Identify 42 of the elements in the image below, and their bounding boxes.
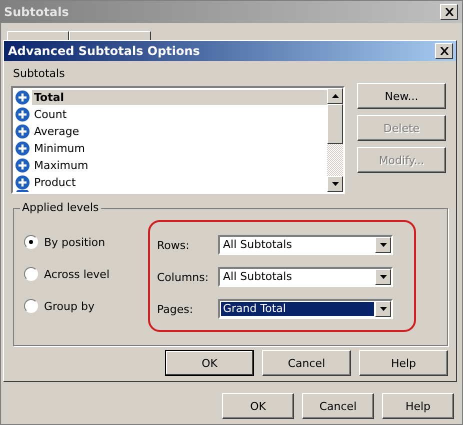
list-label: Subtotals (13, 67, 66, 81)
dialog-button[interactable]: Help (359, 350, 448, 376)
group-title: Applied levels (20, 201, 101, 214)
radio-label[interactable]: Across level (44, 268, 110, 280)
dialog-button[interactable]: Help (382, 393, 454, 419)
scroll-thumb[interactable] (327, 104, 343, 144)
radio-button[interactable] (24, 267, 38, 281)
dropdown-arrow-icon (380, 275, 386, 279)
dialog-button[interactable]: OK (222, 393, 294, 419)
scroll-up-button[interactable] (327, 88, 343, 104)
dialog-button[interactable]: Cancel (262, 350, 351, 376)
scrollbar[interactable] (327, 88, 343, 192)
dialog-button[interactable]: OK (165, 350, 254, 376)
dropdown-field[interactable]: All Subtotals (218, 267, 393, 287)
dropdown-field[interactable]: Grand Total (218, 299, 393, 319)
radio-label[interactable]: Group by (44, 300, 94, 312)
dropdown-arrow-icon (380, 243, 386, 247)
list-item[interactable]: Average (32, 124, 82, 139)
list-item[interactable]: Product (32, 175, 78, 190)
close-button[interactable] (440, 4, 458, 20)
dialog-button[interactable]: Cancel (302, 393, 374, 419)
list-item[interactable]: Minimum (32, 141, 87, 156)
close-button[interactable] (435, 43, 453, 59)
field-label: Columns: (157, 270, 210, 284)
radio-button[interactable] (24, 235, 38, 249)
dropdown-arrow-icon (380, 307, 386, 311)
list-item[interactable]: Count (32, 107, 69, 122)
down-arrow-icon (332, 182, 338, 186)
radio-label[interactable]: By position (44, 236, 106, 248)
radio-button[interactable] (24, 299, 38, 313)
up-arrow-icon (332, 94, 338, 98)
window-title: Subtotals (4, 5, 69, 19)
close-icon (444, 8, 454, 16)
window-title: Advanced Subtotals Options (8, 44, 200, 58)
list-item[interactable]: Total (32, 90, 327, 105)
dialog-button[interactable]: New... (357, 83, 446, 109)
scroll-down-button[interactable] (327, 176, 343, 192)
field-label: Rows: (157, 238, 190, 252)
close-icon (440, 47, 448, 55)
dropdown-field[interactable]: All Subtotals (218, 235, 393, 255)
field-label: Pages: (157, 302, 194, 316)
list-item[interactable]: Maximum (32, 158, 90, 173)
